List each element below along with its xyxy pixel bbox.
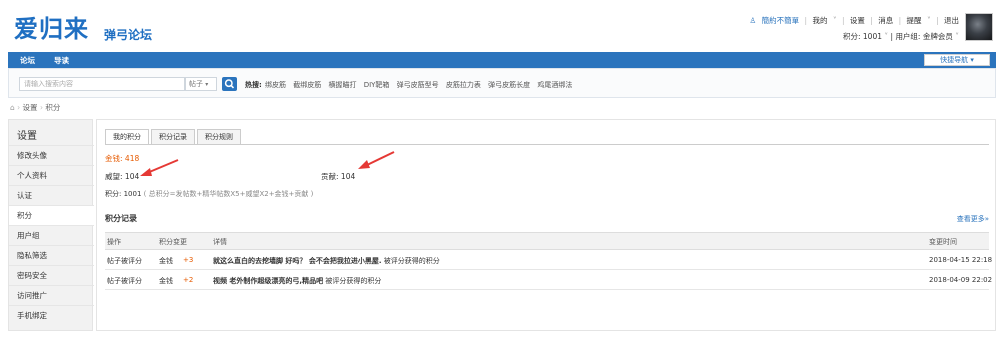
column-header: 操作 [107,238,121,246]
chevron-down-icon[interactable]: ˅ [833,16,837,25]
hot-link[interactable]: DIY靶箱 [364,81,390,89]
tab-points-rules[interactable]: 积分规则 [197,129,241,145]
hot-link[interactable]: 绑皮筋 [265,81,286,89]
chevron-down-icon[interactable]: ˅ [927,16,931,25]
records-table-header: 操作 积分变更 详情 变更时间 [105,232,989,250]
hot-search-label: 热搜: [245,81,262,89]
money-stat: 金钱: 418 [105,153,139,164]
search-button[interactable] [222,77,237,91]
site-logo[interactable]: 爱归来 [14,9,89,44]
row-detail-suffix: 被评分获得的积分 [381,257,440,265]
contribution-stat: 贡献: 104 [321,171,355,182]
row-time: 2018-04-09 22:02 [929,276,993,284]
hot-link[interactable]: 弹弓皮筋型号 [397,81,439,89]
row-time: 2018-04-15 22:18 [929,256,993,264]
view-more-link[interactable]: 查看更多» [957,214,989,224]
hot-link[interactable]: 横握瞄打 [328,81,356,89]
chevron-down-icon[interactable]: ˅ [955,32,959,41]
sidebar-item-privacy[interactable]: 隐私筛选 [9,245,94,265]
formula-text: ( 总积分=发帖数+精华帖数X5+威望X2+金钱+贡献 ) [143,190,314,198]
user-stats: 积分: 1001 ˅ | 用户组: 金牌会员 ˅ [842,32,959,41]
hot-search-links: 绑皮筋 截绑皮筋 横握瞄打 DIY靶箱 弹弓皮筋型号 皮筋拉力表 弹弓皮筋长度 … [265,80,577,90]
breadcrumb: ⌂ › 设置 › 积分 [10,103,61,112]
sidebar-item-phone[interactable]: 手机绑定 [9,305,94,325]
settings-link[interactable]: 设置 [850,16,865,25]
annotation-arrow-icon [358,151,395,169]
search-type-select[interactable]: 帖子 ▾ [185,77,217,91]
hot-link[interactable]: 皮筋拉力表 [446,81,481,89]
quick-nav-button[interactable]: 快捷导航 ▾ [924,54,990,66]
hot-link[interactable]: 鸡尾酒绑法 [537,81,572,89]
records-title: 积分记录 [105,214,137,223]
my-link[interactable]: 我的 [812,16,827,25]
site-logo-subtitle: 弹弓论坛 [104,28,153,42]
points-dropdown[interactable]: 积分: 1001 [843,32,882,41]
main-nav: 论坛 导读 快捷导航 ▾ [8,52,996,68]
prestige-stat: 威望: 104 [105,171,139,182]
messages-link[interactable]: 消息 [878,16,893,25]
logout-link[interactable]: 退出 [944,16,959,25]
usergroup-dropdown[interactable]: 用户组: 金牌会员 [895,32,952,41]
username-link[interactable]: 簡約不簡單 [762,16,800,25]
table-row: 帖子被评分 金钱 +2 视频 老外制作超级漂亮的弓,精品吧 被评分获得的积分 2… [105,270,993,290]
table-row: 帖子被评分 金钱 +3 就这么直白的去挖墙脚 好吗？ 会不会把我拉进小黑屋. 被… [105,250,993,270]
caret-down-icon: ▾ [205,81,209,88]
tab-points-log[interactable]: 积分记录 [151,129,195,145]
row-detail-link[interactable]: 视频 老外制作超级漂亮的弓,精品吧 [213,277,323,285]
search-type-label: 帖子 [189,80,203,88]
row-value: +3 [183,256,194,264]
row-operation: 帖子被评分 [107,277,142,285]
quick-nav-label: 快捷导航 [940,56,969,64]
chevron-down-icon[interactable]: ˅ [884,32,888,41]
row-type: 金钱 [159,257,173,265]
tab-my-points[interactable]: 我的积分 [105,129,149,145]
column-header: 积分变更 [159,238,187,246]
sidebar-item-usergroup[interactable]: 用户组 [9,225,94,245]
nav-item-forum[interactable]: 论坛 [20,55,35,66]
row-type: 金钱 [159,277,173,285]
prestige-label: 威望: [105,172,123,181]
user-icon: ♙ [749,16,757,25]
nav-item-guide[interactable]: 导读 [54,55,69,66]
row-detail-suffix: 被评分获得的积分 [323,277,382,285]
tab-divider [105,144,989,145]
home-icon[interactable]: ⌂ [10,103,15,112]
points-panel: 我的积分 积分记录 积分规则 金钱: 418 威望: 104 贡献: 104 积… [96,119,996,331]
row-detail: 就这么直白的去挖墙脚 好吗？ 会不会把我拉进小黑屋. 被评分获得的积分 [213,256,440,266]
row-operation: 帖子被评分 [107,257,142,265]
sidebar-item-profile[interactable]: 个人资料 [9,165,94,185]
money-label: 金钱: [105,154,123,163]
avatar[interactable] [965,13,993,41]
sidebar-title: 设置 [17,131,37,142]
total-points: 积分: 1001 [105,190,142,198]
breadcrumb-item[interactable]: 设置 [23,103,38,112]
annotation-arrow-icon [140,159,179,176]
contribution-value: 104 [340,172,356,181]
row-detail-link[interactable]: 就这么直白的去挖墙脚 好吗？ 会不会把我拉进小黑屋. [213,257,382,265]
notifications-link[interactable]: 提醒 [907,16,922,25]
search-icon [224,79,235,89]
column-header: 变更时间 [929,238,957,246]
hot-link[interactable]: 弹弓皮筋长度 [488,81,530,89]
contribution-label: 贡献: [321,172,339,181]
sidebar-item-avatar[interactable]: 修改头像 [9,145,94,165]
row-detail: 视频 老外制作超级漂亮的弓,精品吧 被评分获得的积分 [213,276,381,286]
column-header: 详情 [213,238,227,246]
top-header: 爱归来 弹弓论坛 ♙ 簡約不簡單 | 我的 ˅ | 设置 | 消息 | 提醒 ˅… [0,0,999,50]
sidebar-item-points[interactable]: 积分 [9,205,94,225]
hot-link[interactable]: 截绑皮筋 [293,81,321,89]
sidebar-item-password[interactable]: 密码安全 [9,265,94,285]
breadcrumb-item: 积分 [45,103,61,112]
sidebar-item-verify[interactable]: 认证 [9,185,94,205]
caret-down-icon: ▾ [970,56,974,64]
user-links: ♙ 簡約不簡單 | 我的 ˅ | 设置 | 消息 | 提醒 ˅ | 退出 [749,16,959,25]
search-input[interactable]: 请输入搜索内容 [19,77,185,91]
settings-sidebar: 设置 修改头像 个人资料 认证 积分 用户组 隐私筛选 密码安全 访问推广 手机… [8,119,94,331]
sidebar-item-promotion[interactable]: 访问推广 [9,285,94,305]
row-value: +2 [183,276,194,284]
search-bar: 请输入搜索内容 帖子 ▾ 热搜: 绑皮筋 截绑皮筋 横握瞄打 DIY靶箱 弹弓皮… [8,68,996,98]
points-formula: 积分: 1001 ( 总积分=发帖数+精华帖数X5+威望X2+金钱+贡献 ) [105,189,313,199]
